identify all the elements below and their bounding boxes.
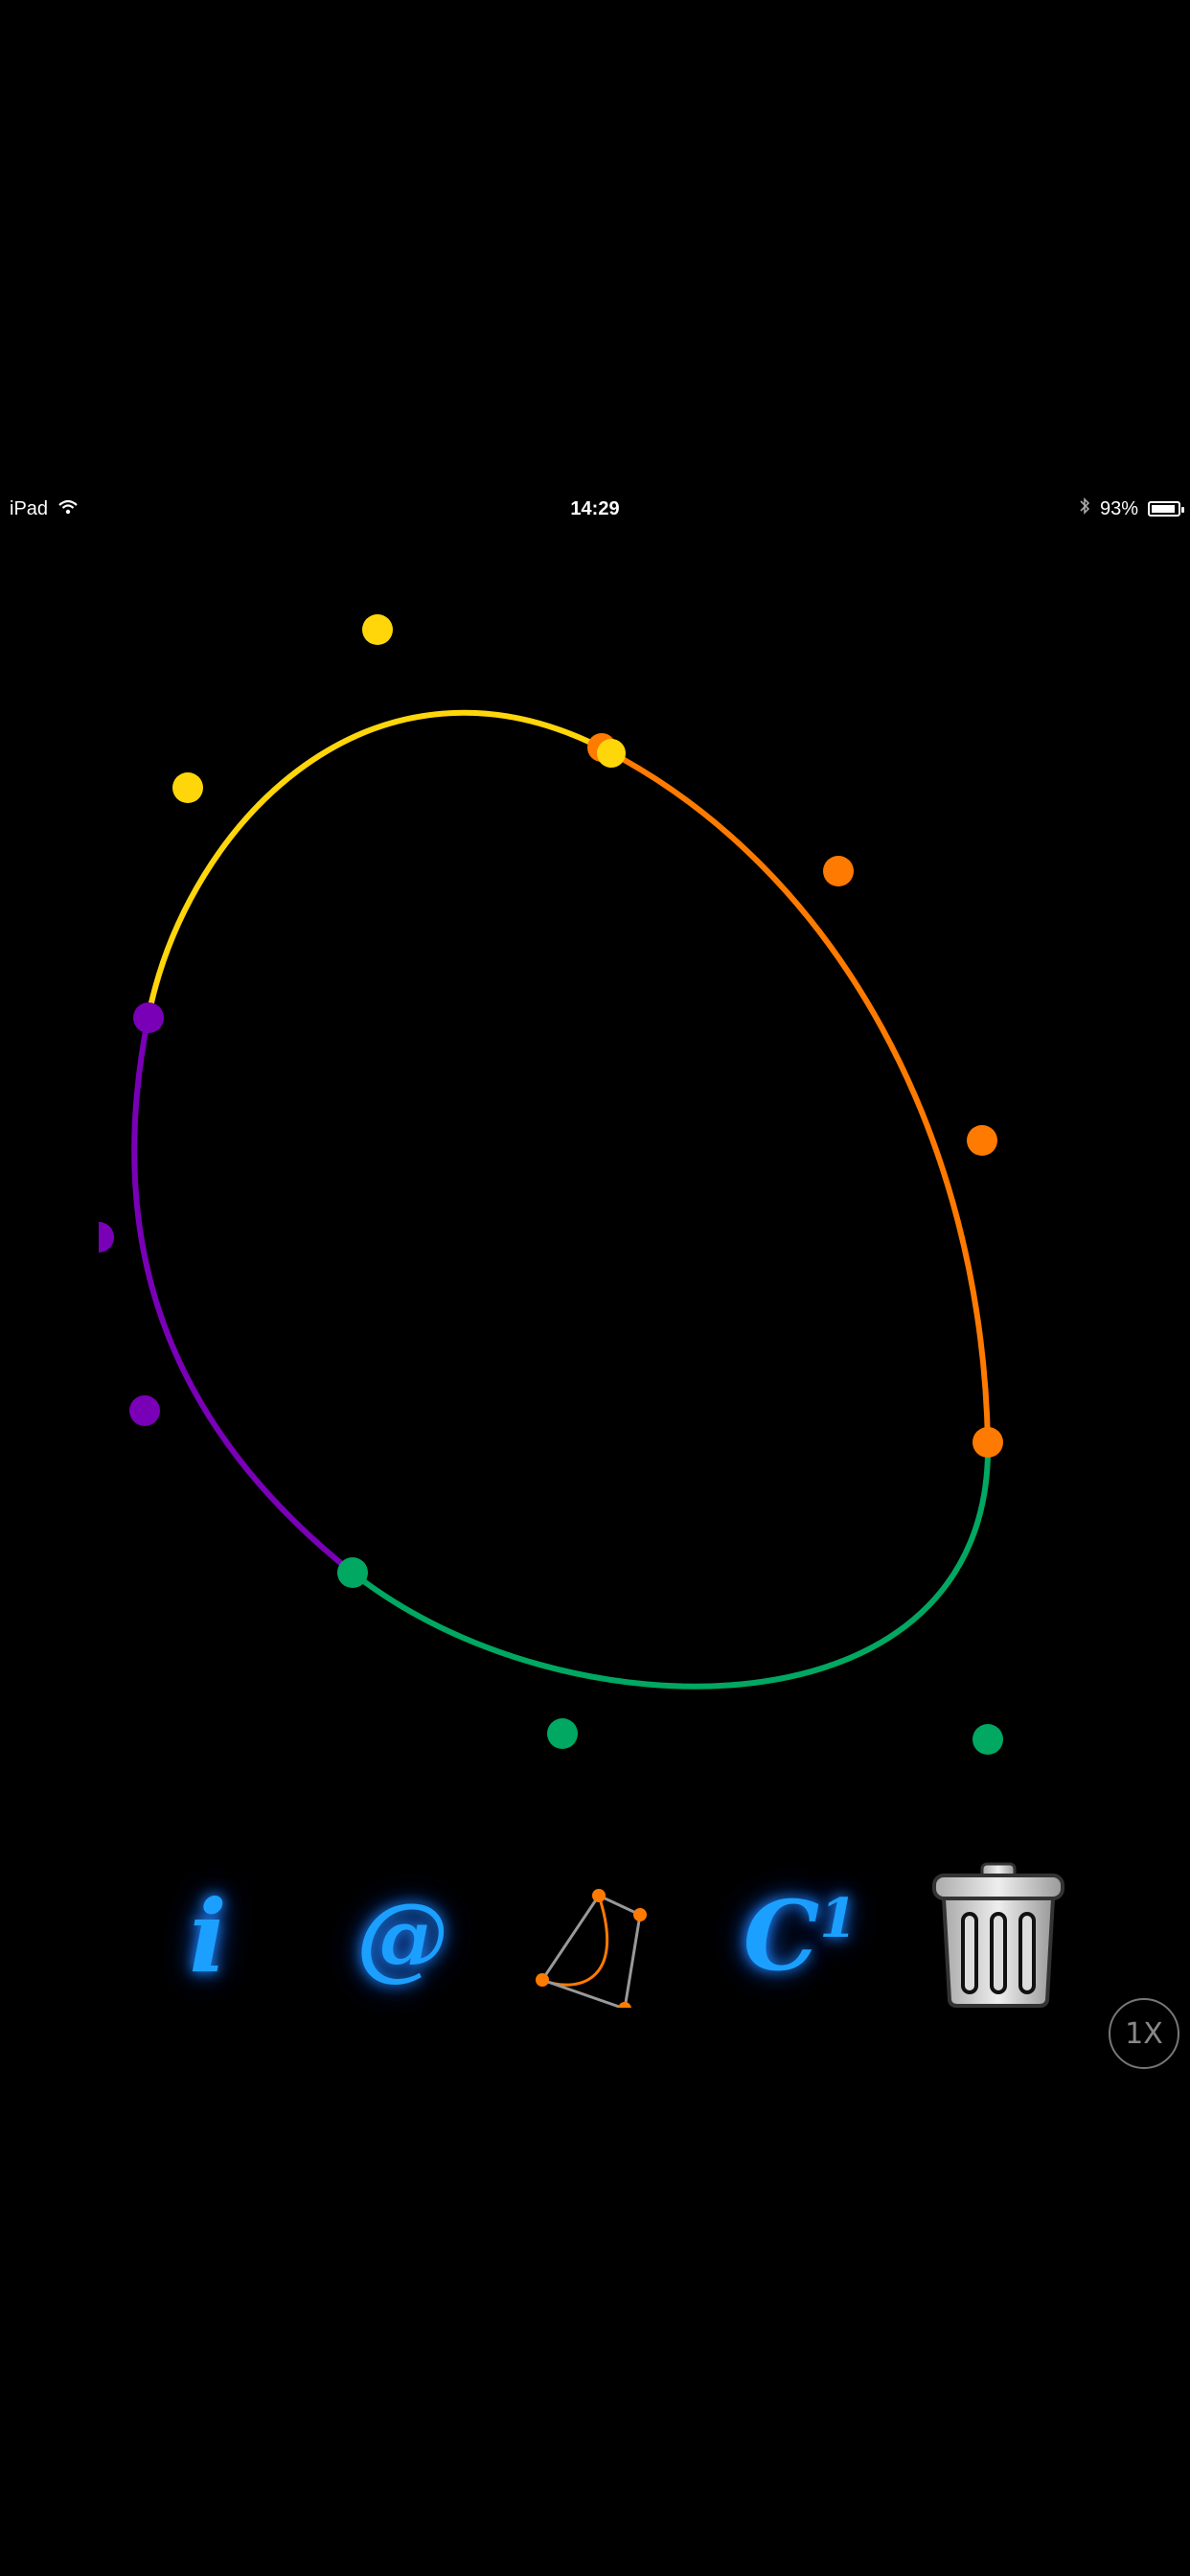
control-point-yellow-2[interactable] bbox=[362, 614, 393, 645]
status-time: 14:29 bbox=[570, 498, 620, 519]
orange-segment[interactable] bbox=[604, 748, 991, 1445]
toolbar: i @ C1 bbox=[0, 1862, 1190, 2046]
control-point-green-2[interactable] bbox=[547, 1718, 578, 1749]
control-point-orange-1[interactable] bbox=[823, 856, 854, 886]
at-sign-icon: @ bbox=[356, 1881, 448, 1990]
status-bar: iPad 14:29 93% bbox=[0, 489, 1190, 533]
bezier-mode-button[interactable] bbox=[522, 1864, 666, 2008]
info-icon: i bbox=[189, 1876, 227, 1995]
anchor-point-green[interactable] bbox=[337, 1557, 368, 1588]
control-point-purple-1[interactable] bbox=[129, 1395, 160, 1426]
battery-percent: 93% bbox=[1099, 497, 1138, 519]
bezier-curve-icon bbox=[536, 1889, 647, 2008]
speed-button[interactable]: 1X bbox=[1109, 1998, 1179, 2069]
control-point-green-1[interactable] bbox=[973, 1724, 1003, 1755]
bluetooth-icon bbox=[1079, 496, 1090, 521]
battery-icon bbox=[1148, 501, 1184, 517]
curve-canvas[interactable] bbox=[0, 0, 1190, 2576]
info-button[interactable]: i bbox=[136, 1864, 280, 2008]
trash-icon bbox=[932, 1862, 1064, 2008]
control-point-orange-2[interactable] bbox=[967, 1125, 997, 1156]
anchor-point-purple[interactable] bbox=[133, 1002, 164, 1033]
purple-segment[interactable] bbox=[131, 1013, 355, 1576]
speed-label: 1X bbox=[1125, 2016, 1163, 2051]
control-point-yellow-1[interactable] bbox=[172, 772, 203, 803]
continuity-icon: C1 bbox=[743, 1879, 858, 1992]
continuity-button[interactable]: C1 bbox=[719, 1864, 881, 2008]
green-segment[interactable] bbox=[350, 1439, 992, 1690]
yellow-segment[interactable] bbox=[146, 709, 609, 1019]
anchor-point-yellow[interactable] bbox=[597, 739, 626, 768]
contact-button[interactable]: @ bbox=[331, 1864, 474, 2008]
status-right: 93% bbox=[1079, 496, 1184, 521]
trash-button[interactable] bbox=[922, 1858, 1075, 2012]
anchor-point-orange[interactable] bbox=[973, 1427, 1003, 1458]
battery-fill bbox=[1152, 505, 1176, 513]
